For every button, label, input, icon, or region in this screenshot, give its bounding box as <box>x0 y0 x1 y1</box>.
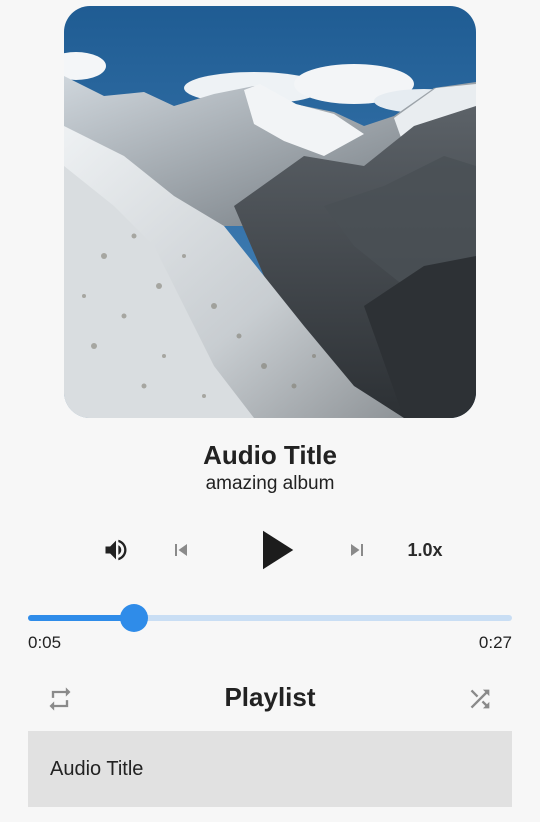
playback-speed-button[interactable]: 1.0x <box>398 537 452 563</box>
seek-slider[interactable] <box>28 600 512 636</box>
audio-player-screen: Audio Title amazing album 1.0x 0:05 0:27 <box>0 0 540 822</box>
track-title: Audio Title <box>203 440 337 470</box>
playlist: Audio Title <box>28 731 512 807</box>
play-button[interactable] <box>240 516 308 584</box>
album-artwork <box>64 6 476 418</box>
previous-button[interactable] <box>164 533 198 567</box>
shuffle-icon <box>470 689 490 709</box>
shuffle-button[interactable] <box>462 681 498 717</box>
skip-next-icon <box>351 544 363 556</box>
total-duration: 0:27 <box>478 633 512 652</box>
seek-progress <box>28 615 135 621</box>
album-name: amazing album <box>205 473 335 494</box>
playlist-item-label: Audio Title <box>50 757 144 780</box>
seek-thumb[interactable] <box>120 604 149 632</box>
play-icon <box>263 530 294 570</box>
volume-up-icon <box>105 539 127 561</box>
skip-previous-icon <box>175 544 187 556</box>
playlist-heading: Playlist <box>224 682 316 712</box>
next-button[interactable] <box>340 533 374 567</box>
elapsed-time: 0:05 <box>28 633 62 652</box>
volume-button[interactable] <box>96 530 136 570</box>
playlist-item[interactable]: Audio Title <box>28 731 512 807</box>
